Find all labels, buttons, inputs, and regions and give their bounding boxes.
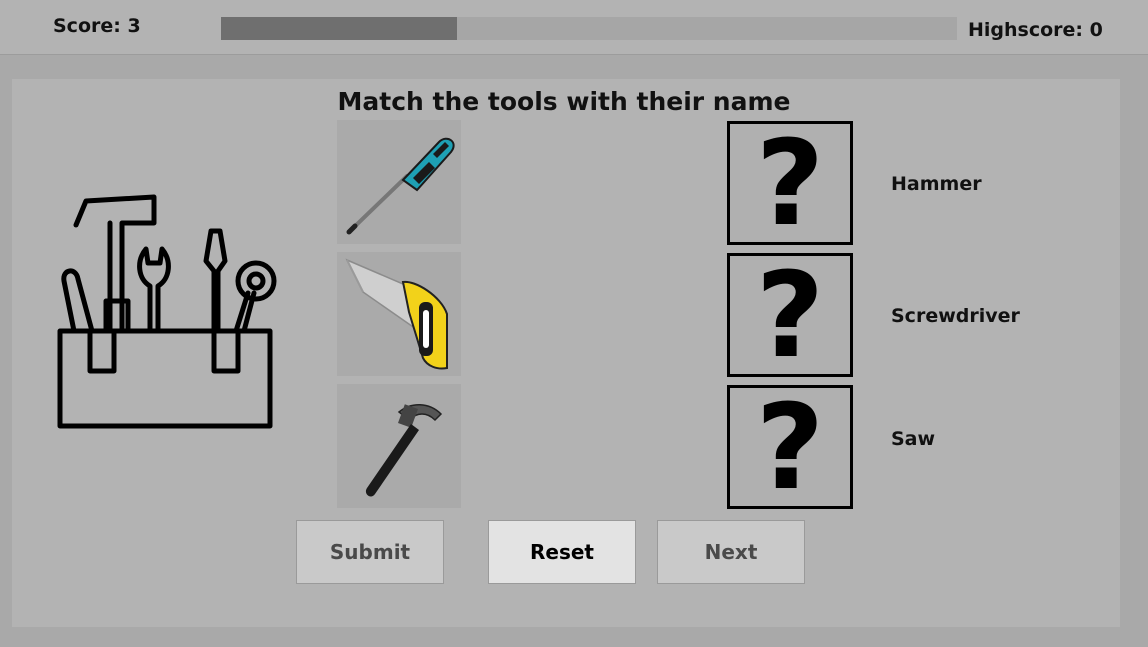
saw-tile[interactable] [337,252,461,376]
question-mark-icon: ? [755,114,825,252]
screwdriver-tile[interactable] [337,120,461,244]
tool-name-screwdriver: Screwdriver [891,305,1020,327]
toolbox-icon [57,194,277,429]
submit-button[interactable]: Submit [296,520,444,584]
question-mark-icon: ? [755,378,825,516]
match-slot-2[interactable]: ? [727,246,853,384]
saw-image [345,258,448,370]
screwdriver-image [346,137,455,235]
game-panel: Match the tools with their name ? ? ? Ha… [12,79,1120,627]
match-slot-1[interactable]: ? [727,114,853,252]
hammer-image [365,404,443,497]
question-mark-icon: ? [755,246,825,384]
match-slot-3[interactable]: ? [727,378,853,516]
game-title: Match the tools with their name [337,87,791,116]
highscore-label: Highscore: 0 [968,19,1103,41]
next-button[interactable]: Next [657,520,805,584]
top-bar: Score: 3 Highscore: 0 [0,0,1148,55]
tool-name-saw: Saw [891,428,936,450]
progress-bar [221,17,957,40]
tool-name-hammer: Hammer [891,173,982,195]
hammer-tile[interactable] [337,384,461,508]
progress-fill [221,17,457,40]
score-label: Score: 3 [53,15,141,37]
reset-button[interactable]: Reset [488,520,636,584]
